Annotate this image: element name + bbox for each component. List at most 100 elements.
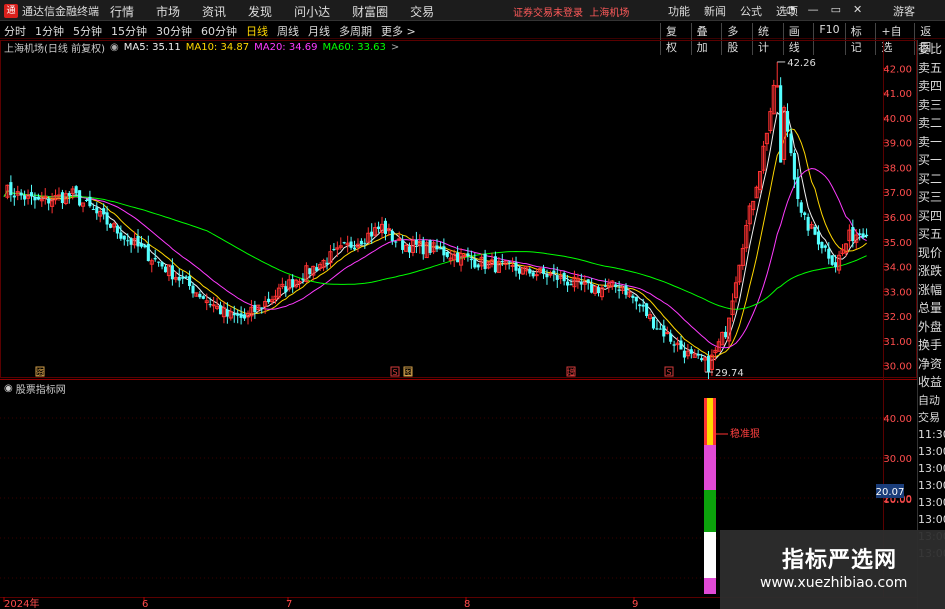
- candle-body: [201, 296, 205, 299]
- candle-body: [177, 276, 181, 281]
- event-marker: S: [392, 368, 397, 377]
- candle-body: [700, 358, 704, 361]
- candle-body: [105, 212, 109, 225]
- x-label-6: 6: [142, 599, 148, 609]
- signal-bar-edge: [704, 398, 707, 445]
- candle-body: [651, 316, 656, 329]
- candle-body: [349, 241, 353, 248]
- candle-body: [596, 287, 601, 294]
- candle-body: [792, 152, 796, 180]
- candle-body: [830, 255, 834, 265]
- quote-label-10: 买五: [918, 227, 943, 241]
- price-tick-label: 36.00: [883, 213, 912, 224]
- trade-time-4: 13:00: [918, 461, 945, 475]
- candle-body: [706, 355, 711, 373]
- candle-body: [119, 232, 123, 239]
- candle-body: [665, 332, 670, 335]
- candle-body: [308, 268, 312, 275]
- candle-body: [789, 133, 793, 154]
- date-axis: 2024年 6 7 8 9: [3, 597, 638, 609]
- candle-body: [267, 298, 271, 303]
- candle-body: [9, 182, 13, 196]
- candle-body: [325, 262, 329, 265]
- trade-time-0: 自动: [918, 393, 940, 407]
- candle-body: [569, 284, 573, 286]
- candle-body: [662, 325, 666, 337]
- candle-body: [225, 309, 229, 317]
- signal-bar-edge: [713, 398, 716, 445]
- trade-time-1: 交易: [918, 410, 940, 424]
- candle-body: [363, 242, 367, 244]
- candle-body: [191, 285, 195, 294]
- candle-body: [108, 223, 113, 228]
- signal-bar: [704, 490, 716, 532]
- candle-body: [126, 240, 130, 242]
- ma20-line: [3, 167, 867, 349]
- quote-label-16: 换手: [918, 338, 943, 352]
- price-tick-label: 35.00: [883, 238, 912, 249]
- signal-bar: [704, 445, 716, 490]
- candle-body: [12, 195, 16, 198]
- candle-body: [603, 285, 607, 287]
- candle-body: [672, 344, 676, 346]
- candle-body: [139, 243, 144, 247]
- candle-body: [816, 231, 820, 245]
- candle-body: [438, 248, 442, 250]
- candle-body: [33, 196, 37, 201]
- candle-body: [466, 253, 470, 257]
- annotation-label: 稳准狠: [730, 427, 760, 440]
- candle-body: [510, 264, 515, 267]
- candle-body: [115, 225, 119, 234]
- candle-body: [724, 331, 728, 338]
- kline-chart[interactable]: 42.26 29.74 42.00 41.00 40.00 39.00 38.00 37.0…: [0, 0, 917, 609]
- candle-body: [682, 350, 686, 358]
- price-tick-label: 33.00: [883, 287, 912, 298]
- candle-body: [641, 304, 645, 307]
- price-tick-label: 40.00: [883, 114, 912, 125]
- quote-label-1: 卖五: [918, 60, 943, 75]
- trade-time-7: 13:00: [918, 512, 945, 526]
- candle-body: [36, 196, 40, 200]
- candle-body: [421, 240, 425, 255]
- price-tick-label: 32.00: [883, 312, 912, 323]
- candle-body: [785, 111, 790, 132]
- candle-body: [208, 304, 212, 306]
- candle-body: [500, 261, 504, 263]
- x-label-year: 2024年: [4, 597, 39, 609]
- candle-body: [47, 198, 51, 204]
- current-value: 20.07: [876, 487, 905, 498]
- candle-body: [545, 274, 549, 278]
- quote-label-17: 净资: [918, 356, 943, 371]
- candle-body: [779, 85, 783, 163]
- candle-body: [679, 340, 683, 350]
- main-frame: [0, 40, 917, 378]
- candle-body: [78, 190, 82, 206]
- candle-body: [813, 227, 817, 235]
- candle-body: [473, 259, 477, 268]
- indicator-tick-label: 40.00: [883, 414, 912, 425]
- candle-body: [60, 192, 64, 204]
- candle-body: [590, 284, 594, 293]
- candle-body: [541, 268, 546, 274]
- trade-time-5: 13:00: [918, 478, 945, 492]
- candle-body: [617, 289, 621, 291]
- trade-time-2: 11:30: [918, 427, 945, 441]
- x-label-9: 9: [632, 599, 638, 609]
- quote-label-4: 卖二: [918, 116, 943, 130]
- candle-body: [442, 246, 446, 256]
- candle-body: [91, 209, 95, 211]
- high-label: 42.26: [787, 58, 816, 69]
- candle-body: [562, 272, 566, 282]
- quote-label-8: 买三: [918, 190, 943, 204]
- quote-label-15: 外盘: [918, 319, 943, 334]
- signal-bar: [704, 532, 716, 578]
- candle-body: [555, 275, 559, 280]
- candle-body: [198, 293, 202, 298]
- candle-body: [157, 261, 161, 263]
- watermark-title: 指标严选网: [782, 548, 898, 573]
- candle-body: [851, 227, 855, 242]
- candle-body: [19, 192, 23, 196]
- candle-body: [634, 296, 638, 302]
- candle-body: [548, 273, 553, 276]
- quote-label-0: 委比: [918, 42, 943, 56]
